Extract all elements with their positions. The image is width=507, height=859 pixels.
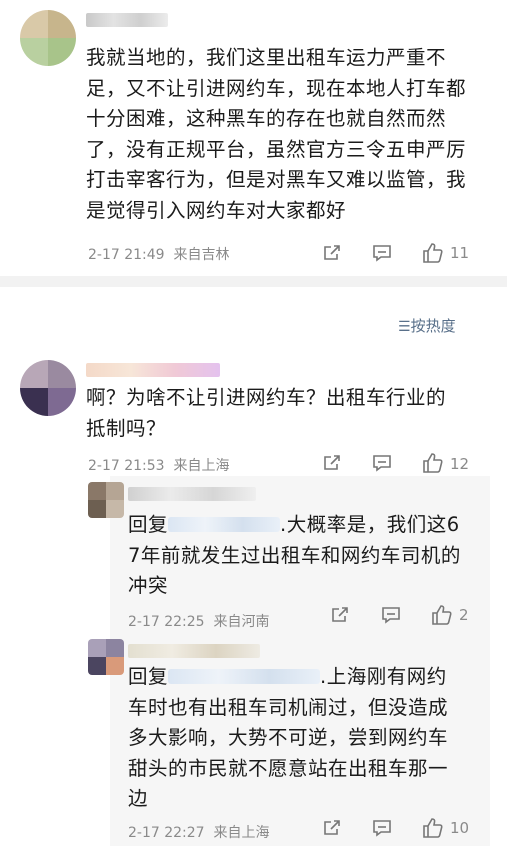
like-count: 10 — [450, 819, 470, 837]
comment-icon[interactable] — [381, 605, 401, 625]
mention-redacted[interactable] — [168, 669, 321, 684]
reply-text: 回复 .上海刚有网约 车时也有出租车司机闹过，但没造成 多大影响，大势不可逆，尝到… — [128, 665, 449, 810]
share-icon[interactable] — [330, 605, 350, 625]
comment-icon[interactable] — [372, 818, 392, 838]
like-count: 11 — [450, 244, 470, 262]
username-redacted — [128, 487, 256, 501]
mention-redacted[interactable] — [168, 517, 281, 532]
reply-text: 回复 .大概率是，我们这6 7年前就发生过出租车和网约车司机的 冲突 — [128, 513, 461, 597]
avatar[interactable] — [20, 360, 76, 416]
sort-by-heat-button[interactable]: ☰按热度 — [398, 315, 456, 336]
comment-text: 我就当地的，我们这里出租车运力严重不 足，又不让引进网约车，现在本地人打车都 十… — [86, 46, 467, 222]
avatar[interactable] — [88, 639, 124, 675]
comment-text: 啊？为啥不让引进网约车？出租车行业的 抵制吗？ — [86, 386, 447, 440]
comment-icon[interactable] — [372, 243, 392, 263]
avatar[interactable] — [20, 10, 76, 66]
share-icon[interactable] — [322, 453, 342, 473]
username-redacted — [86, 363, 220, 377]
like-count: 12 — [450, 455, 470, 473]
like-icon[interactable] — [422, 452, 444, 474]
sort-icon: ☰ — [398, 319, 411, 335]
reply-time: 2-17 22:27 来自上海 — [128, 825, 270, 841]
reply-time: 2-17 22:25 来自河南 — [128, 614, 270, 630]
section-divider — [0, 276, 507, 287]
like-icon[interactable] — [431, 604, 453, 626]
share-icon[interactable] — [322, 818, 342, 838]
comment-time: 2-17 21:49 来自吉林 — [88, 247, 230, 263]
share-icon[interactable] — [322, 243, 342, 263]
like-count: 2 — [459, 606, 469, 624]
like-icon[interactable] — [422, 242, 444, 264]
comment-time: 2-17 21:53 来自上海 — [88, 458, 230, 474]
comment-icon[interactable] — [372, 453, 392, 473]
username-redacted — [86, 13, 168, 27]
username-redacted — [128, 644, 260, 658]
like-icon[interactable] — [422, 817, 444, 839]
avatar[interactable] — [88, 482, 124, 518]
